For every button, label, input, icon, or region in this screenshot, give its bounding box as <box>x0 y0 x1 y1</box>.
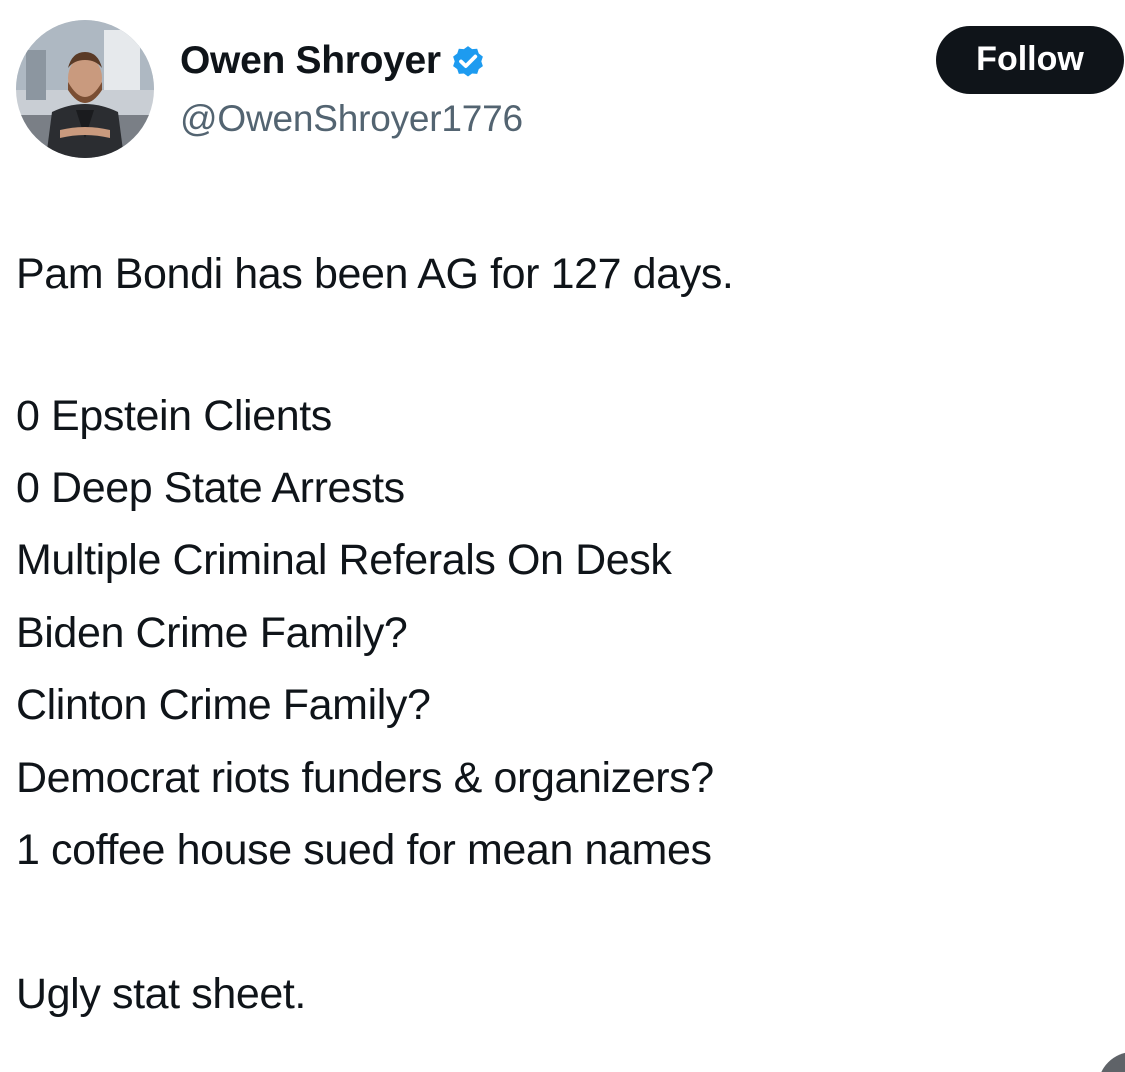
tweet-line: Clinton Crime Family? <box>16 681 431 729</box>
author-display-name[interactable]: Owen Shroyer <box>180 38 441 84</box>
avatar[interactable] <box>16 20 154 158</box>
verified-badge-icon[interactable] <box>449 42 487 80</box>
tweet-line: Pam Bondi has been AG for 127 days. <box>16 250 734 298</box>
floating-action-button[interactable] <box>1098 1052 1125 1072</box>
tweet-card: Owen Shroyer @OwenShroyer1776 Follow Pam… <box>0 0 1125 1072</box>
author-handle[interactable]: @OwenShroyer1776 <box>180 96 523 142</box>
tweet-line: 1 coffee house sued for mean names <box>16 826 712 874</box>
tweet-line: Democrat riots funders & organizers? <box>16 754 714 802</box>
follow-button[interactable]: Follow <box>936 26 1124 94</box>
tweet-line: 0 Epstein Clients <box>16 392 332 440</box>
tweet-line: Ugly stat sheet. <box>16 970 306 1018</box>
tweet-line: Multiple Criminal Referals On Desk <box>16 536 672 584</box>
author-name-row: Owen Shroyer <box>180 38 487 84</box>
avatar-image <box>16 20 154 158</box>
tweet-line: Biden Crime Family? <box>16 609 408 657</box>
tweet-line: 0 Deep State Arrests <box>16 464 405 512</box>
